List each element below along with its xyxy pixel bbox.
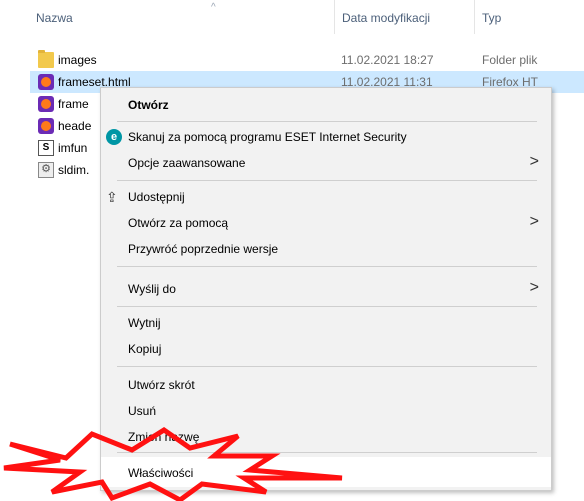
chevron-right-icon: >: [529, 153, 539, 170]
menu-item-label: Udostępnij: [128, 190, 185, 204]
share-icon: ⇪: [106, 189, 118, 205]
eset-icon: e: [106, 129, 122, 145]
firefox-html-icon: [38, 96, 54, 112]
menu-item-advanced-options[interactable]: Opcje zaawansowane >: [101, 150, 551, 176]
menu-separator: [117, 266, 537, 267]
menu-item-share[interactable]: ⇪ Udostępnij: [101, 184, 551, 210]
menu-item-label: Otwórz za pomocą: [128, 216, 229, 230]
menu-item-copy[interactable]: Kopiuj: [101, 336, 551, 362]
menu-item-label: Wyślij do: [128, 282, 176, 296]
menu-item-open[interactable]: Otwórz: [101, 92, 551, 118]
settings-file-icon: ⚙: [38, 162, 54, 178]
menu-item-eset-scan[interactable]: e Skanuj za pomocą programu ESET Interne…: [101, 124, 551, 150]
sort-up-icon[interactable]: ^: [211, 2, 216, 13]
chevron-right-icon: >: [529, 279, 539, 296]
folder-icon: [38, 50, 54, 68]
menu-separator: [117, 180, 537, 181]
column-header: ^ Nazwa Data modyfikacji Typ: [0, 0, 584, 34]
menu-separator: [117, 366, 537, 367]
menu-item-restore-versions[interactable]: Przywróć poprzednie wersje: [101, 236, 551, 262]
column-type-header[interactable]: Typ: [482, 11, 501, 25]
column-date-header[interactable]: Data modyfikacji: [342, 11, 430, 25]
file-date: 11.02.2021 18:27: [341, 53, 434, 67]
menu-item-label: Opcje zaawansowane: [128, 156, 246, 170]
column-divider[interactable]: [474, 0, 475, 34]
menu-item-label: Skanuj za pomocą programu ESET Internet …: [128, 130, 407, 144]
menu-item-label: Usuń: [128, 404, 157, 418]
javascript-file-icon: S: [38, 140, 54, 156]
menu-item-create-shortcut[interactable]: Utwórz skrót: [101, 372, 551, 398]
menu-item-open-with[interactable]: Otwórz za pomocą >: [101, 210, 551, 236]
file-name: sldim.: [58, 163, 90, 177]
column-name-header[interactable]: Nazwa: [36, 11, 73, 25]
menu-item-cut[interactable]: Wytnij: [101, 310, 551, 336]
menu-item-label: Utwórz skrót: [128, 378, 195, 392]
file-name: imfun: [58, 141, 88, 155]
menu-item-label: Wytnij: [128, 316, 161, 330]
column-divider[interactable]: [334, 0, 335, 34]
firefox-html-icon: [38, 118, 54, 134]
file-type: Folder plik: [482, 53, 538, 67]
chevron-right-icon: >: [529, 213, 539, 230]
menu-item-label: Przywróć poprzednie wersje: [128, 242, 279, 256]
red-burst-annotation: [3, 427, 343, 501]
file-name: images: [58, 53, 97, 67]
menu-item-send-to[interactable]: Wyślij do >: [101, 276, 551, 302]
file-name: heade: [58, 119, 92, 133]
menu-separator: [117, 306, 537, 307]
firefox-html-icon: [38, 74, 54, 90]
menu-separator: [117, 121, 537, 122]
menu-item-label: Otwórz: [128, 98, 169, 112]
menu-item-label: Kopiuj: [128, 342, 162, 356]
file-name: frame: [58, 97, 89, 111]
file-row-images[interactable]: images 11.02.2021 18:27 Folder plik: [30, 49, 584, 71]
